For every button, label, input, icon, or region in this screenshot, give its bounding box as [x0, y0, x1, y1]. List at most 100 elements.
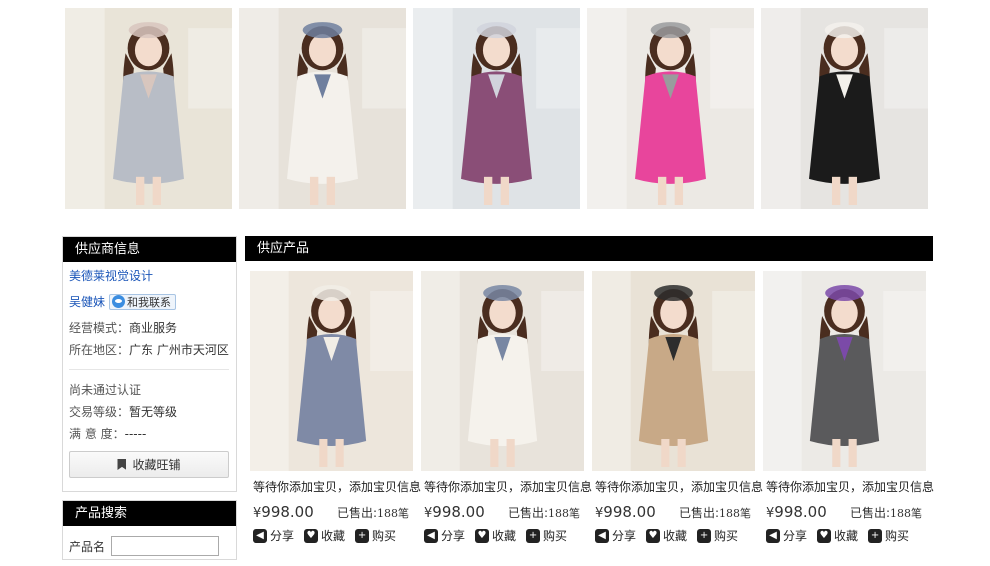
- favorite-button[interactable]: ♥ 收藏: [304, 527, 345, 544]
- favorite-store-button[interactable]: 收藏旺铺: [69, 451, 229, 478]
- price-line: ¥998.00 已售出:188笔: [592, 503, 755, 521]
- contact-me-button[interactable]: 和我联系: [109, 293, 177, 310]
- price-value: 998.00: [261, 503, 314, 521]
- company-name-link[interactable]: 美德莱视觉设计: [69, 268, 229, 284]
- plus-icon: +: [868, 528, 883, 543]
- plus-icon: +: [697, 528, 712, 543]
- product-name-input[interactable]: [111, 536, 220, 556]
- buy-button[interactable]: + 购买: [526, 527, 567, 544]
- aliwangwang-icon: [112, 295, 126, 308]
- share-button[interactable]: ◀ 分享: [253, 527, 294, 544]
- sold-value: 188笔: [890, 507, 922, 520]
- favorite-button[interactable]: ♥ 收藏: [475, 527, 516, 544]
- price-line: ¥998.00 已售出:188笔: [421, 503, 584, 521]
- share-icon: ◀: [424, 528, 438, 543]
- product-actions: ◀ 分享 ♥ 收藏 + 购买: [763, 527, 926, 544]
- divider: [69, 369, 229, 370]
- satisfaction-value: -----: [124, 427, 147, 441]
- region-row: 所在地区：广东 广州市天河区: [69, 339, 229, 361]
- satisfaction-row: 满 意 度：-----: [69, 423, 229, 445]
- product-search-panel: 产品搜索 产品名: [62, 500, 237, 560]
- sold-count: 已售出:188笔: [679, 504, 751, 521]
- sold-label: 已售出:: [849, 506, 890, 520]
- certification-status: 尚未通过认证: [69, 383, 142, 397]
- business-mode-value: 商业服务: [129, 321, 178, 335]
- share-button[interactable]: ◀ 分享: [595, 527, 636, 544]
- heart-icon: ♥: [646, 528, 661, 543]
- model-grey-lace-dress-photo[interactable]: [65, 8, 232, 209]
- product-image[interactable]: [763, 271, 926, 471]
- model-white-fleece-coat-photo[interactable]: [239, 8, 406, 209]
- price-value: 998.00: [603, 503, 656, 521]
- buy-label: 购买: [714, 529, 739, 543]
- favorite-label: 收藏: [663, 529, 688, 543]
- product-actions: ◀ 分享 ♥ 收藏 + 购买: [421, 527, 584, 544]
- product-image[interactable]: [592, 271, 755, 471]
- product-grid: 等待你添加宝贝，添加宝贝信息 ¥998.00 已售出:188笔 ◀ 分享 ♥ 收藏 + 购买 等待…: [245, 261, 934, 544]
- product-card[interactable]: 等待你添加宝贝，添加宝贝信息 ¥998.00 已售出:188笔 ◀ 分享 ♥ 收藏 + 购买: [250, 271, 421, 544]
- product-title[interactable]: 等待你添加宝贝，添加宝贝信息: [421, 480, 592, 494]
- sold-value: 188笔: [377, 507, 409, 520]
- supply-products-panel: 供应产品 等待你添加宝贝，添加宝贝信息 ¥998.00 已售出:188笔 ◀ 分享 ♥ 收藏…: [245, 236, 934, 556]
- region-label: 所在地区：: [69, 343, 130, 357]
- product-price: ¥998.00: [424, 503, 485, 521]
- buy-button[interactable]: + 购买: [868, 527, 909, 544]
- favorite-store-label: 收藏旺铺: [132, 458, 181, 472]
- product-price: ¥998.00: [766, 503, 827, 521]
- product-image[interactable]: [421, 271, 584, 471]
- supplier-info-panel: 供应商信息 美德莱视觉设计 吴健妹 和我联系 经营模式：商业服务 所在地区：广东…: [62, 236, 237, 492]
- buy-label: 购买: [372, 529, 397, 543]
- favorite-button[interactable]: ♥ 收藏: [646, 527, 687, 544]
- share-icon: ◀: [766, 528, 780, 543]
- buy-label: 购买: [885, 529, 910, 543]
- favorite-button[interactable]: ♥ 收藏: [817, 527, 858, 544]
- region-value: 广东 广州市天河区: [129, 343, 229, 357]
- model-black-white-dress-photo[interactable]: [761, 8, 928, 209]
- product-title[interactable]: 等待你添加宝贝，添加宝贝信息: [592, 480, 763, 494]
- supply-products-header: 供应产品: [245, 236, 933, 261]
- satisfaction-label: 满 意 度：: [69, 427, 125, 441]
- product-search-header: 产品搜索: [63, 501, 236, 526]
- favorite-label: 收藏: [321, 529, 346, 543]
- share-button[interactable]: ◀ 分享: [766, 527, 807, 544]
- product-title[interactable]: 等待你添加宝贝，添加宝贝信息: [250, 480, 421, 494]
- plus-icon: +: [526, 528, 541, 543]
- plus-icon: +: [355, 528, 370, 543]
- business-mode-label: 经营模式：: [69, 321, 130, 335]
- sold-count: 已售出:188笔: [850, 504, 922, 521]
- business-mode-row: 经营模式：商业服务: [69, 317, 229, 339]
- favorite-label: 收藏: [834, 529, 859, 543]
- sold-count: 已售出:188笔: [337, 504, 409, 521]
- buy-button[interactable]: + 购买: [697, 527, 738, 544]
- share-label: 分享: [612, 529, 637, 543]
- price-value: 998.00: [774, 503, 827, 521]
- model-plaid-coat-photo[interactable]: [413, 8, 580, 209]
- buy-label: 购买: [543, 529, 568, 543]
- model-pink-coat-photo[interactable]: [587, 8, 754, 209]
- share-icon: ◀: [595, 528, 609, 543]
- share-label: 分享: [441, 529, 466, 543]
- price-line: ¥998.00 已售出:188笔: [250, 503, 413, 521]
- product-card[interactable]: 等待你添加宝贝，添加宝贝信息 ¥998.00 已售出:188笔 ◀ 分享 ♥ 收藏 + 购买: [421, 271, 592, 544]
- product-price: ¥998.00: [595, 503, 656, 521]
- product-actions: ◀ 分享 ♥ 收藏 + 购买: [250, 527, 413, 544]
- product-card[interactable]: 等待你添加宝贝，添加宝贝信息 ¥998.00 已售出:188笔 ◀ 分享 ♥ 收藏 + 购买: [592, 271, 763, 544]
- sold-label: 已售出:: [507, 506, 548, 520]
- trade-level-label: 交易等级：: [69, 405, 130, 419]
- product-card[interactable]: 等待你添加宝贝，添加宝贝信息 ¥998.00 已售出:188笔 ◀ 分享 ♥ 收藏 + 购买: [763, 271, 934, 544]
- supplier-username[interactable]: 吴健妹: [69, 293, 105, 310]
- product-actions: ◀ 分享 ♥ 收藏 + 购买: [592, 527, 755, 544]
- heart-icon: ♥: [475, 528, 490, 543]
- heart-icon: ♥: [817, 528, 832, 543]
- favorite-label: 收藏: [492, 529, 517, 543]
- trade-level-row: 交易等级：暂无等级: [69, 401, 229, 423]
- product-price: ¥998.00: [253, 503, 314, 521]
- product-title[interactable]: 等待你添加宝贝，添加宝贝信息: [763, 480, 934, 494]
- sold-value: 188笔: [719, 507, 751, 520]
- buy-button[interactable]: + 购买: [355, 527, 396, 544]
- share-icon: ◀: [253, 528, 267, 543]
- product-name-label: 产品名: [69, 539, 106, 554]
- price-value: 998.00: [432, 503, 485, 521]
- share-button[interactable]: ◀ 分享: [424, 527, 465, 544]
- product-image[interactable]: [250, 271, 413, 471]
